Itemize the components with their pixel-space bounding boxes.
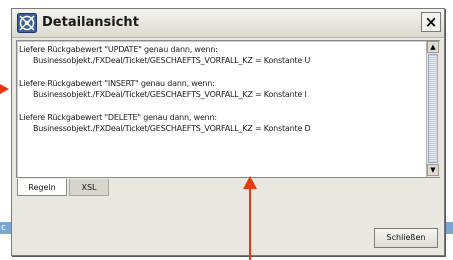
rule-update: Liefere Rückgabewert "UPDATE" genau dann…: [19, 44, 419, 66]
background-strip-text: c: [1, 223, 6, 233]
scroll-up-icon[interactable]: ▲: [427, 41, 439, 53]
close-window-button[interactable]: ×: [421, 12, 441, 32]
window-title: Detailansicht: [42, 15, 139, 30]
rule-header: Liefere Rückgabewert "INSERT" genau dann…: [19, 79, 215, 88]
scroll-thumb[interactable]: [428, 54, 438, 163]
title-bar[interactable]: Detailansicht ×: [12, 9, 444, 38]
rule-condition: Businessobjekt./FXDeal/Ticket/GESCHAEFTS…: [33, 56, 311, 65]
component-icon: [17, 13, 37, 33]
detail-dialog: Detailansicht × Liefere Rückgabewert "UP…: [11, 8, 445, 256]
rule-condition: Businessobjekt./FXDeal/Ticket/GESCHAEFTS…: [33, 90, 307, 99]
rules-text-content: Liefere Rückgabewert "UPDATE" genau dann…: [19, 44, 419, 146]
tab-regeln[interactable]: Regeln: [17, 179, 67, 196]
screenshot-stage: c Detailansicht × Liefere Rückgabewert "…: [0, 0, 453, 260]
rule-header: Liefere Rückgabewert "UPDATE" genau dann…: [19, 45, 218, 54]
annotation-arrow-shaft: [249, 186, 251, 260]
rule-condition: Businessobjekt./FXDeal/Ticket/GESCHAEFTS…: [33, 124, 311, 133]
schliessen-button[interactable]: Schließen: [374, 228, 438, 248]
rules-text-area[interactable]: Liefere Rückgabewert "UPDATE" genau dann…: [16, 40, 440, 178]
annotation-arrow-left: [0, 84, 9, 94]
vertical-scrollbar[interactable]: ▲ ▼: [426, 41, 440, 177]
rule-delete: Liefere Rückgabewert "DELETE" genau dann…: [19, 112, 419, 134]
rule-insert: Liefere Rückgabewert "INSERT" genau dann…: [19, 78, 419, 100]
rule-header: Liefere Rückgabewert "DELETE" genau dann…: [19, 113, 217, 122]
scroll-down-icon[interactable]: ▼: [427, 164, 439, 176]
tab-xsl[interactable]: XSL: [69, 179, 109, 196]
